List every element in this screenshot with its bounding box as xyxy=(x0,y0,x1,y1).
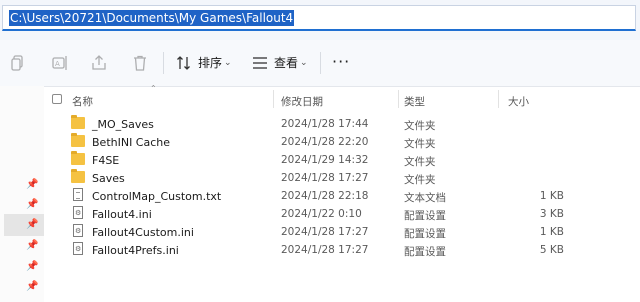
column-header-size[interactable]: 大小 xyxy=(508,94,529,109)
file-name: BethINI Cache xyxy=(92,136,171,149)
file-name: _MO_Saves xyxy=(92,118,154,131)
folder-icon xyxy=(71,133,85,147)
column-header-date[interactable]: 修改日期 xyxy=(281,94,323,109)
chevron-down-icon: ⌄ xyxy=(300,58,308,68)
ini-file-icon xyxy=(73,224,83,237)
file-name: Fallout4Prefs.ini xyxy=(92,244,179,257)
folder-icon xyxy=(71,169,85,183)
column-header-name[interactable]: 名称 xyxy=(72,94,93,109)
view-button[interactable]: 查看 ⌄ xyxy=(252,52,312,74)
file-date: 2024/1/28 17:27 xyxy=(281,244,369,256)
file-row[interactable]: Fallout4Custom.ini 2024/1/28 17:27 配置设置 … xyxy=(44,224,640,242)
pin-icon: 📌 xyxy=(26,199,39,210)
pin-icon: 📌 xyxy=(26,179,39,190)
svg-text:A: A xyxy=(55,60,60,68)
address-bar-area: C:\Users\20721\Documents\My Games\Fallou… xyxy=(0,0,640,40)
file-date: 2024/1/28 17:27 xyxy=(281,226,369,238)
nav-selected-item[interactable] xyxy=(4,214,44,236)
command-bar: A 排序 ⌄ 查看 ⌄ xyxy=(0,40,640,87)
folder-icon xyxy=(71,151,85,165)
file-name: Saves xyxy=(92,172,125,185)
file-name: ControlMap_Custom.txt xyxy=(92,190,222,203)
column-header-type[interactable]: 类型 xyxy=(404,94,425,109)
pin-icon: 📌 xyxy=(26,281,39,292)
file-type: 文件夹 xyxy=(404,156,436,168)
file-type: 文件夹 xyxy=(404,138,436,150)
sort-caret-icon: ⌃ xyxy=(150,84,157,93)
file-row[interactable]: BethINI Cache 2024/1/28 22:20 文件夹 xyxy=(44,133,640,152)
delete-icon[interactable] xyxy=(131,54,149,72)
view-icon xyxy=(253,57,267,69)
file-row[interactable]: _MO_Saves 2024/1/28 17:44 文件夹 xyxy=(44,115,640,134)
chevron-down-icon: ⌄ xyxy=(224,58,232,68)
file-type: 配置设置 xyxy=(404,228,446,240)
file-type: 配置设置 xyxy=(404,210,446,222)
more-options-button[interactable]: ··· xyxy=(332,52,350,71)
file-date: 2024/1/22 0:10 xyxy=(281,208,362,220)
toolbar-divider xyxy=(163,52,164,74)
pin-icon: 📌 xyxy=(26,240,39,251)
text-file-icon xyxy=(73,188,83,201)
file-row[interactable]: ControlMap_Custom.txt 2024/1/28 22:18 文本… xyxy=(44,188,640,206)
view-label: 查看 xyxy=(274,56,299,70)
file-date: 2024/1/28 17:27 xyxy=(281,172,369,184)
rename-icon[interactable]: A xyxy=(51,54,69,72)
column-divider[interactable] xyxy=(398,90,399,108)
copy-icon[interactable] xyxy=(9,54,27,72)
file-name: Fallout4.ini xyxy=(92,208,152,221)
address-bar[interactable]: C:\Users\20721\Documents\My Games\Fallou… xyxy=(2,5,636,31)
file-row[interactable]: Saves 2024/1/28 17:27 文件夹 xyxy=(44,169,640,188)
file-date: 2024/1/28 22:18 xyxy=(281,190,369,202)
select-all-checkbox[interactable] xyxy=(52,94,62,104)
file-size: 1 KB xyxy=(539,190,564,202)
file-row[interactable]: F4SE 2024/1/29 14:32 文件夹 xyxy=(44,151,640,170)
file-name: Fallout4Custom.ini xyxy=(92,226,194,239)
column-divider[interactable] xyxy=(498,90,499,108)
sort-icon xyxy=(177,56,190,70)
file-date: 2024/1/28 22:20 xyxy=(281,136,369,148)
file-type: 文件夹 xyxy=(404,120,436,132)
folder-icon xyxy=(71,115,85,129)
toolbar-divider xyxy=(320,52,321,74)
file-type: 配置设置 xyxy=(404,246,446,258)
file-size: 5 KB xyxy=(539,244,564,256)
sort-label: 排序 xyxy=(198,56,223,70)
ini-file-icon xyxy=(73,206,83,219)
file-type: 文本文档 xyxy=(404,192,446,204)
file-date: 2024/1/28 17:44 xyxy=(281,118,369,130)
column-divider[interactable] xyxy=(273,90,274,108)
sort-button[interactable]: 排序 ⌄ xyxy=(176,52,236,74)
pin-icon: 📌 xyxy=(26,219,39,230)
file-type: 文件夹 xyxy=(404,174,436,186)
pin-icon: 📌 xyxy=(26,261,39,272)
file-row[interactable]: Fallout4Prefs.ini 2024/1/28 17:27 配置设置 5… xyxy=(44,242,640,260)
share-icon[interactable] xyxy=(90,54,108,72)
ini-file-icon xyxy=(73,242,83,255)
file-name: F4SE xyxy=(92,154,120,167)
file-size: 3 KB xyxy=(539,208,564,220)
address-path[interactable]: C:\Users\20721\Documents\My Games\Fallou… xyxy=(9,10,295,26)
file-row[interactable]: Fallout4.ini 2024/1/22 0:10 配置设置 3 KB xyxy=(44,206,640,224)
file-date: 2024/1/29 14:32 xyxy=(281,154,369,166)
file-size: 1 KB xyxy=(539,226,564,238)
